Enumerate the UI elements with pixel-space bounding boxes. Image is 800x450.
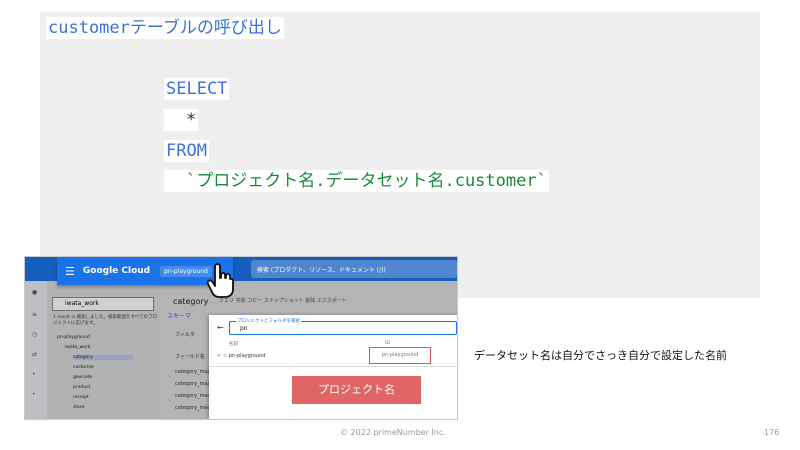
- project-search-label: プロジェクトとフォルダを検索: [236, 318, 301, 324]
- google-cloud-logo[interactable]: Google Cloud: [83, 266, 150, 276]
- explorer-panel: iwata_work 1 result is 検索しました。検索範囲をすべてのプ…: [47, 281, 159, 419]
- hand-cursor-icon: [206, 263, 234, 298]
- tab-schema[interactable]: スキーマ: [167, 311, 191, 320]
- field-header: フィールド名: [175, 354, 205, 360]
- project-row[interactable]: ✓ ☆ pn-playground: [217, 353, 265, 359]
- search-icon[interactable]: ●: [32, 289, 37, 296]
- project-search-field[interactable]: プロジェクトとフォルダを検索 pn: [229, 318, 457, 335]
- footer-copyright: © 2022 primeNumber Inc.: [340, 428, 446, 437]
- history-icon[interactable]: ◷: [32, 331, 37, 338]
- hamburger-icon[interactable]: ☰: [65, 265, 75, 278]
- col-head-id: ID: [385, 341, 390, 346]
- tree-table-geocode[interactable]: geocode: [73, 375, 92, 380]
- col-head-name: 名前: [229, 342, 238, 347]
- back-arrow-icon[interactable]: ←: [217, 323, 224, 332]
- explorer-search-input[interactable]: iwata_work: [52, 297, 154, 311]
- schedule-icon[interactable]: •: [32, 371, 36, 378]
- table-title: category: [173, 297, 209, 306]
- tree-project[interactable]: pn-playground: [57, 335, 90, 340]
- filter-label[interactable]: フィルタ: [175, 331, 195, 338]
- settings-icon[interactable]: •: [32, 391, 36, 398]
- sql-table-ref: `プロジェクト名.データセット名.customer`: [164, 170, 549, 192]
- tree-table-product[interactable]: product: [73, 385, 90, 390]
- project-search-value: pn: [240, 325, 248, 332]
- divider: [209, 366, 457, 367]
- project-row-name: pn-playground: [228, 353, 266, 359]
- project-id-highlight: pn-playground: [369, 347, 431, 364]
- code-title: customerテーブルの呼び出し: [46, 17, 284, 39]
- sql-from: FROM: [164, 140, 209, 162]
- sql-star: *: [164, 109, 199, 131]
- tree-table-category[interactable]: category: [73, 355, 133, 360]
- explorer-note: 1 result is 検索しました。検索範囲をすべてのプロジェクトに広げます。: [53, 315, 157, 326]
- console-search[interactable]: 検索 (プロダクト、リソース、ドキュメント (/)): [251, 260, 457, 278]
- page-number: 176: [764, 428, 780, 437]
- tree-table-store[interactable]: store: [73, 405, 84, 410]
- transfer-icon[interactable]: ⇄: [32, 351, 37, 358]
- table-actions[interactable]: クエリ 共有 コピー スナップショット 削除 エクスポート: [219, 297, 347, 304]
- project-name-button: プロジェクト名: [292, 376, 421, 404]
- tree-dataset[interactable]: iwata_work: [65, 345, 90, 350]
- project-picker-dialog: ← プロジェクトとフォルダを検索 pn 名前 ID ✓ ☆ pn-playgro…: [209, 315, 457, 419]
- tree-table-customer[interactable]: customer: [73, 365, 94, 370]
- left-rail: ● ≡ ◷ ⇄ • •: [25, 281, 47, 419]
- tree-table-receipt[interactable]: receipt: [73, 395, 89, 400]
- sql-select: SELECT: [164, 78, 230, 100]
- menu-icon[interactable]: ≡: [32, 311, 37, 318]
- annotation-text: データセット名は自分でさっき自分で設定した名前: [474, 349, 727, 362]
